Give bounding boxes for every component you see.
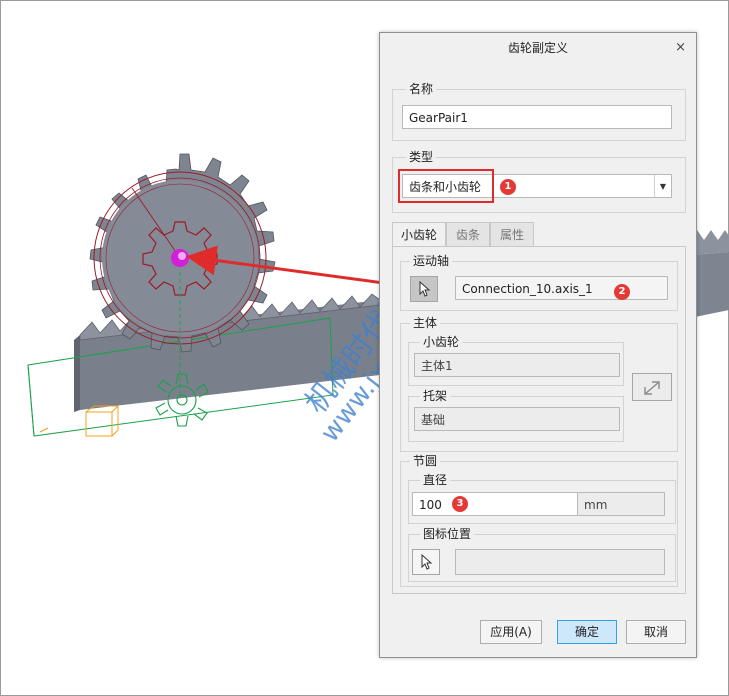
tab-rack[interactable]: 齿条 [446,222,490,246]
icon-position-field[interactable] [455,549,665,575]
diameter-label: 直径 [420,473,451,487]
motion-axis-select-button[interactable] [410,276,438,302]
icon-position-label: 图标位置 [420,527,475,541]
swap-arrows-icon [644,381,660,395]
tab-pinion[interactable]: 小齿轮 [392,222,446,247]
diameter-unit[interactable]: mm [577,492,665,516]
type-group-label: 类型 [406,150,437,164]
gear-pair-dialog: 齿轮副定义 × 名称 GearPair1 类型 齿条和小齿轮 ▼ 1 小齿轮 齿… [379,32,697,658]
tab-properties[interactable]: 属性 [490,222,534,246]
cursor-arrow-icon [421,553,433,570]
apply-button[interactable]: 应用(A) [480,620,542,644]
swap-bodies-button[interactable] [632,373,672,401]
type-highlight-box [398,169,494,203]
carrier-label: 托架 [420,389,451,403]
body-group-label: 主体 [410,316,441,330]
carrier-field[interactable]: 基础 [414,407,620,431]
close-icon[interactable]: × [675,33,686,63]
cancel-button[interactable]: 取消 [626,620,686,644]
dialog-title: 齿轮副定义 [507,41,568,55]
name-group-label: 名称 [406,82,437,96]
icon-position-select-button[interactable] [412,549,440,575]
ok-button[interactable]: 确定 [557,620,617,644]
motion-axis-field[interactable]: Connection_10.axis_1 [455,276,668,300]
badge-2: 2 [614,284,630,300]
pinion-body-label: 小齿轮 [420,335,463,349]
diameter-input[interactable]: 100 [412,492,578,516]
name-input[interactable]: GearPair1 [402,105,672,129]
pitch-circle-label: 节圆 [410,454,441,468]
cursor-arrow-icon [419,280,431,297]
badge-3: 3 [452,496,468,512]
coordinate-marker [39,405,119,437]
pinion-body-field[interactable]: 主体1 [414,353,620,377]
badge-1: 1 [500,179,516,195]
chevron-down-icon[interactable]: ▼ [654,175,671,197]
motion-axis-label: 运动轴 [410,254,453,268]
